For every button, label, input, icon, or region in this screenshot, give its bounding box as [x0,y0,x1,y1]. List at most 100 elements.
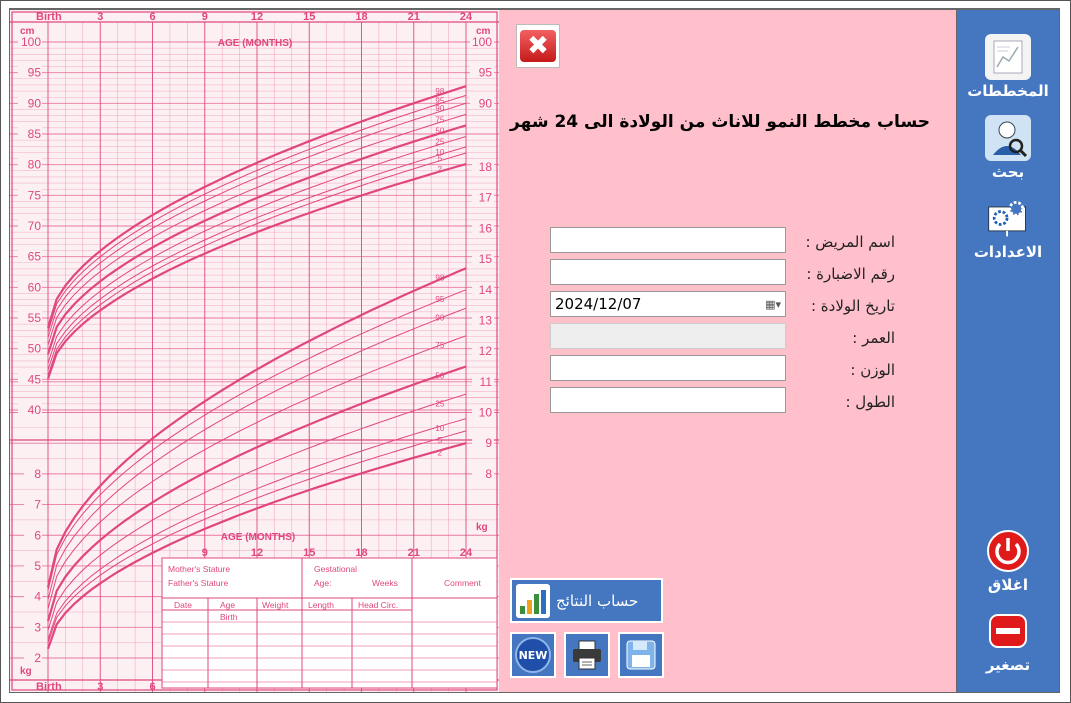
kg-tick-label-right: 10 [479,406,493,420]
record-table-header: Age [220,600,235,610]
cm-tick-label-left: 55 [28,311,42,325]
cm-tick-label-left: 40 [28,403,42,417]
height-label: الطول : [845,393,895,411]
length-percentile-label: 5 [438,154,443,163]
kg-tick-label-left: 7 [34,498,41,512]
kg-tick-label-left: 8 [34,467,41,481]
month-tick-label-top: 9 [202,11,208,23]
kg-tick-label-right: 13 [479,313,493,327]
month-tick-label-bottom: 3 [97,681,103,692]
user-search-icon [985,115,1031,161]
weight-percentile-label: 95 [435,295,444,304]
close-icon: ✖ [520,30,556,62]
length-percentile-label: 50 [435,126,444,135]
calendar-dropdown-icon[interactable]: ▦▾ [765,298,781,311]
weight-label: الوزن : [850,361,895,379]
minimize-icon [985,608,1031,654]
sidebar-item-minimize[interactable]: تصغير [957,608,1059,674]
length-percentile-label: 75 [435,115,444,124]
kg-tick-label-right: 18 [479,160,493,174]
month-tick-label-top: 24 [460,11,473,23]
sidebar-item-exit[interactable]: اغلاق [957,528,1059,594]
age-label: العمر : [852,329,895,347]
page-title: حساب مخطط النمو للاناث من الولادة الى 24… [510,112,930,132]
weight-percentile-label: 90 [435,313,444,322]
month-tick-label-mid: 15 [303,547,315,559]
comment-label: Comment [444,578,481,588]
new-button[interactable]: NEW [510,632,556,678]
month-tick-label-top: 12 [251,11,263,23]
cm-tick-label-left: 70 [28,219,42,233]
sidebar-item-minimize-label: تصغير [985,656,1031,674]
age-field [550,323,786,349]
birth-date-value: 2024/12/07 [555,295,642,313]
month-tick-label-mid: 21 [408,547,420,559]
new-icon: NEW [515,637,551,673]
sidebar-item-settings-label: الاعدادات [973,243,1043,261]
birth-label-bottom: Birth [36,681,62,692]
file-number-label: رقم الاضبارة : [806,265,895,283]
kg-tick-label-right: 17 [479,191,493,205]
month-tick-label-top: 3 [97,11,103,23]
cm-tick-label-right: 90 [479,96,493,110]
settings-gears-icon [985,195,1031,241]
weight-percentile-label: 5 [438,436,443,445]
kg-tick-label-left: 4 [34,590,41,604]
kg-tick-label-right: 16 [479,221,493,235]
kg-tick-label-left: 5 [34,559,41,573]
calculate-results-button[interactable]: حساب النتائج [510,578,663,623]
growth-chart-svg: Birth 3 6 9 12 15 18 21 24AGE (MONTHS)AGE (MONTH… [10,11,499,692]
weight-percentile-label: 2 [438,448,443,457]
month-tick-label-mid: 18 [355,547,367,559]
save-button[interactable] [618,632,664,678]
birth-date-picker[interactable]: 2024/12/07 ▦▾ [550,291,786,317]
kg-tick-label-left: 3 [34,620,41,634]
print-button[interactable] [564,632,610,678]
record-table-header: Head Circ. [358,600,398,610]
cm-tick-label-right: 100 [472,35,492,49]
length-percentile-label: 25 [435,137,444,146]
power-icon [985,528,1031,574]
weight-percentile-label: 50 [435,372,444,381]
sidebar-item-search[interactable]: بحث [957,115,1059,181]
kg-tick-label-right: 14 [479,283,493,297]
cm-tick-label-left: 85 [28,127,42,141]
calculate-results-label: حساب النتائج [556,591,639,610]
month-tick-label-mid: 24 [460,547,473,559]
mothers-stature-label: Mother's Stature [168,564,230,574]
cm-tick-label-left: 65 [28,250,42,264]
charts-document-icon [985,34,1031,80]
month-tick-label-mid: 9 [202,547,208,559]
weight-percentile-label: 75 [435,341,444,350]
close-button[interactable]: ✖ [516,24,560,68]
length-percentile-label: 90 [435,104,444,113]
record-table-header: Date [174,600,192,610]
birth-label-top: Birth [36,11,62,23]
month-tick-label-top: 21 [408,11,420,23]
cm-tick-label-left: 90 [28,96,42,110]
file-number-input[interactable] [550,259,786,285]
kg-tick-label-right: 8 [485,467,492,481]
kg-tick-label-left: 6 [34,528,41,542]
gestational-label: Gestational [314,564,357,574]
patient-name-input[interactable] [550,227,786,253]
cm-tick-label-left: 50 [28,342,42,356]
sidebar-item-charts[interactable]: المخططات [957,34,1059,100]
weight-percentile-label: 25 [435,399,444,408]
cm-tick-label-left: 75 [28,188,42,202]
bar-chart-icon [516,583,550,618]
birth-date-label: تاريخ الولادة : [810,297,895,315]
weight-percentile-label: 98 [435,273,444,282]
kg-tick-label-right: 11 [480,375,493,389]
sidebar-item-exit-label: اغلاق [987,576,1029,594]
kg-tick-label-left: 2 [34,651,41,665]
month-tick-label-bottom: 6 [149,681,155,692]
height-input[interactable] [550,387,786,413]
record-table-birth-cell: Birth [220,612,238,622]
length-percentile-label: 98 [435,87,444,96]
sidebar-item-settings[interactable]: الاعدادات [957,195,1059,261]
weight-input[interactable] [550,355,786,381]
weight-percentile-label: 10 [435,424,444,433]
kg-tick-label-right: 12 [479,344,493,358]
cm-tick-label-left: 100 [21,35,41,49]
